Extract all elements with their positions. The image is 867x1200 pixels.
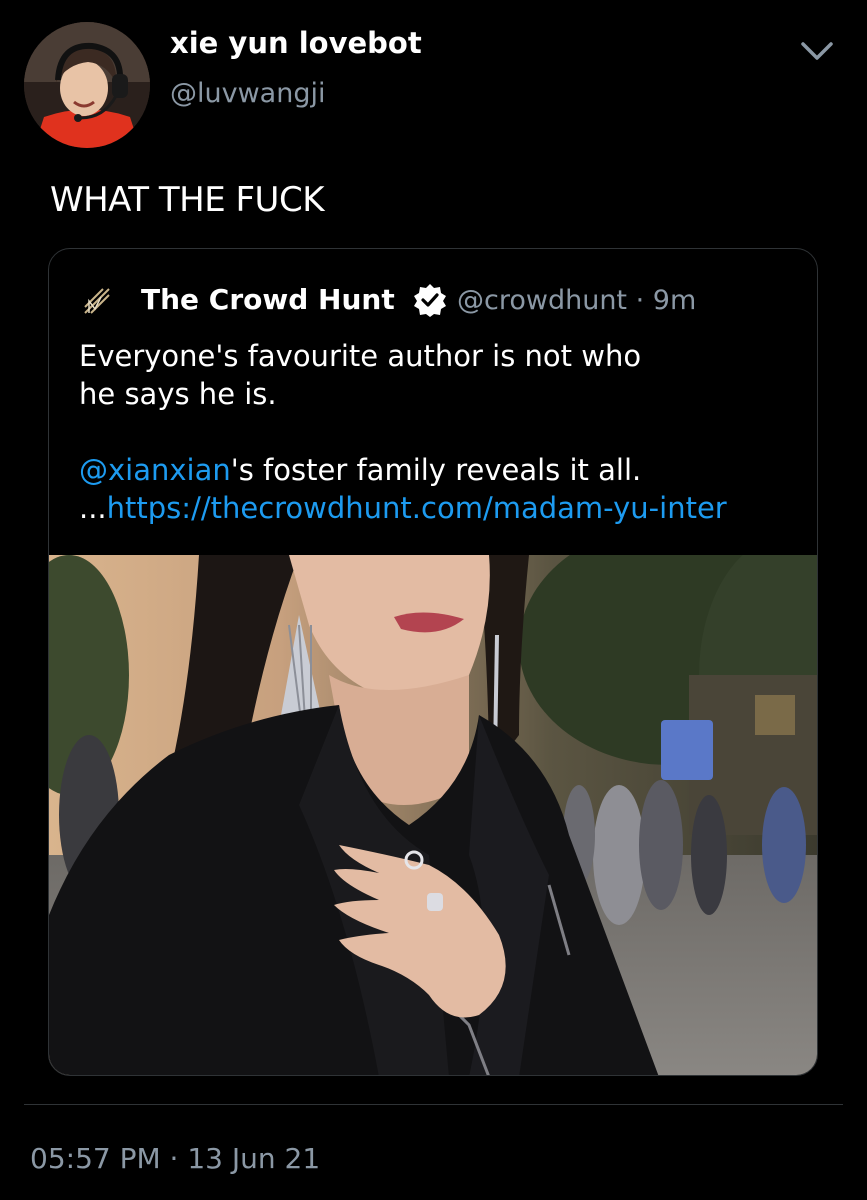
quoted-handle[interactable]: @crowdhunt bbox=[457, 285, 627, 316]
quoted-line-3: @xianxian's foster family reveals it all… bbox=[79, 451, 799, 489]
tweet-text: WHAT THE FUCK bbox=[50, 180, 324, 220]
divider bbox=[24, 1104, 843, 1105]
author-display-name[interactable]: xie yun lovebot bbox=[170, 26, 422, 60]
quoted-line-3-rest: 's foster family reveals it all. bbox=[230, 453, 642, 487]
mention-link[interactable]: @xianxian bbox=[79, 453, 231, 487]
tweet-time: 05:57 PM bbox=[30, 1142, 161, 1175]
quoted-time-ago[interactable]: 9m bbox=[653, 285, 696, 316]
date-separator: · bbox=[160, 1142, 188, 1175]
quoted-tweet-image[interactable] bbox=[49, 555, 817, 1075]
quoted-meta: @crowdhunt · 9m bbox=[457, 285, 696, 316]
quoted-line-2: he says he is. bbox=[79, 377, 277, 411]
tweet-date: 13 Jun 21 bbox=[187, 1142, 321, 1175]
article-link[interactable]: https://thecrowdhunt.com/madam-yu-inter bbox=[107, 491, 727, 525]
woman-portrait-image-icon bbox=[49, 555, 817, 1075]
quoted-line-4: ...https://thecrowdhunt.com/madam-yu-int… bbox=[79, 489, 799, 527]
verified-badge-icon bbox=[414, 284, 446, 317]
quoted-line-1: Everyone's favourite author is not who bbox=[79, 339, 642, 373]
author-avatar[interactable] bbox=[24, 22, 150, 148]
author-handle[interactable]: @luvwangji bbox=[170, 78, 325, 109]
quoted-display-name[interactable]: The Crowd Hunt bbox=[141, 283, 395, 316]
link-prefix: ... bbox=[79, 491, 107, 525]
chevron-down-icon[interactable] bbox=[799, 38, 835, 64]
crowd-hunt-logo-icon bbox=[79, 283, 115, 319]
quoted-tweet-card[interactable]: The Crowd Hunt @crowdhunt · 9m Everyone'… bbox=[48, 248, 818, 1076]
quoted-tweet-text: Everyone's favourite author is not who h… bbox=[79, 337, 799, 527]
tweet-timestamp[interactable]: 05:57 PM · 13 Jun 21 bbox=[30, 1142, 320, 1175]
profile-avatar-icon bbox=[24, 22, 150, 148]
meta-separator: · bbox=[627, 285, 653, 316]
